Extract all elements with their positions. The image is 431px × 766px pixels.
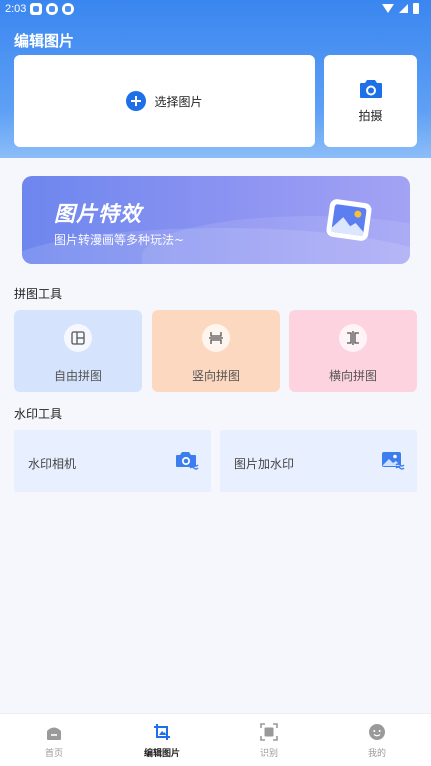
- select-image-button[interactable]: 选择图片: [14, 55, 315, 147]
- free-collage-icon: [64, 324, 92, 352]
- watermark-section-title: 水印工具: [14, 407, 63, 421]
- page-title: 编辑图片: [14, 32, 75, 50]
- tab-scan[interactable]: 识别: [215, 714, 323, 766]
- bottom-tab-bar: 首页 编辑图片 识别 我的: [0, 713, 431, 766]
- edit-image-icon: [154, 724, 170, 740]
- image-watermark-icon: [382, 452, 405, 470]
- wifi-icon: [382, 4, 394, 13]
- scan-icon: [260, 723, 278, 741]
- app-notification-icon: [30, 3, 42, 15]
- collage-section-title: 拼图工具: [14, 287, 63, 301]
- horizontal-collage-icon: [339, 324, 367, 352]
- profile-icon: [369, 724, 385, 740]
- banner-subtitle: 图片转漫画等多种玩法~: [54, 233, 185, 247]
- select-image-label: 选择图片: [154, 94, 203, 109]
- tab-scan-label: 识别: [259, 749, 278, 759]
- tab-profile-label: 我的: [367, 749, 386, 759]
- tab-home[interactable]: 首页: [0, 714, 108, 766]
- shoot-button[interactable]: 拍摄: [324, 55, 417, 147]
- camera-icon: [359, 79, 382, 98]
- tab-profile[interactable]: 我的: [323, 714, 431, 766]
- watermark-camera-button[interactable]: 水印相机: [14, 430, 211, 492]
- image-watermark-label: 图片加水印: [234, 457, 295, 471]
- free-collage-label: 自由拼图: [53, 369, 102, 383]
- vertical-collage-label: 竖向拼图: [191, 369, 240, 383]
- home-icon: [47, 727, 61, 740]
- free-collage-button[interactable]: 自由拼图: [14, 310, 142, 392]
- horizontal-collage-label: 横向拼图: [328, 369, 377, 383]
- tab-home-label: 首页: [44, 749, 63, 759]
- add-icon: [126, 91, 147, 111]
- tab-edit-image-label: 编辑图片: [143, 749, 180, 759]
- download-notification-icon: [46, 3, 58, 15]
- shoot-label: 拍摄: [358, 108, 383, 123]
- image-effects-banner[interactable]: 图片特效 图片转漫画等多种玩法~: [22, 176, 410, 264]
- header: 2:03 编辑图片 选择图片 拍摄: [0, 0, 431, 158]
- banner-title: 图片特效: [54, 202, 142, 226]
- battery-icon: [413, 3, 419, 14]
- status-bar: 2:03: [0, 0, 431, 18]
- vertical-collage-button[interactable]: 竖向拼图: [152, 310, 280, 392]
- notification-icons: [30, 3, 74, 15]
- tab-edit-image[interactable]: 编辑图片: [108, 714, 216, 766]
- horizontal-collage-button[interactable]: 横向拼图: [289, 310, 417, 392]
- signal-icon: [399, 4, 408, 13]
- vertical-collage-icon: [202, 324, 230, 352]
- system-icons: [382, 3, 419, 14]
- watermark-camera-icon: [176, 452, 199, 470]
- status-time: 2:03: [5, 3, 27, 15]
- watermark-camera-label: 水印相机: [28, 457, 77, 471]
- picture-icon: [326, 199, 372, 241]
- image-watermark-button[interactable]: 图片加水印: [220, 430, 417, 492]
- download-notification-icon: [62, 3, 74, 15]
